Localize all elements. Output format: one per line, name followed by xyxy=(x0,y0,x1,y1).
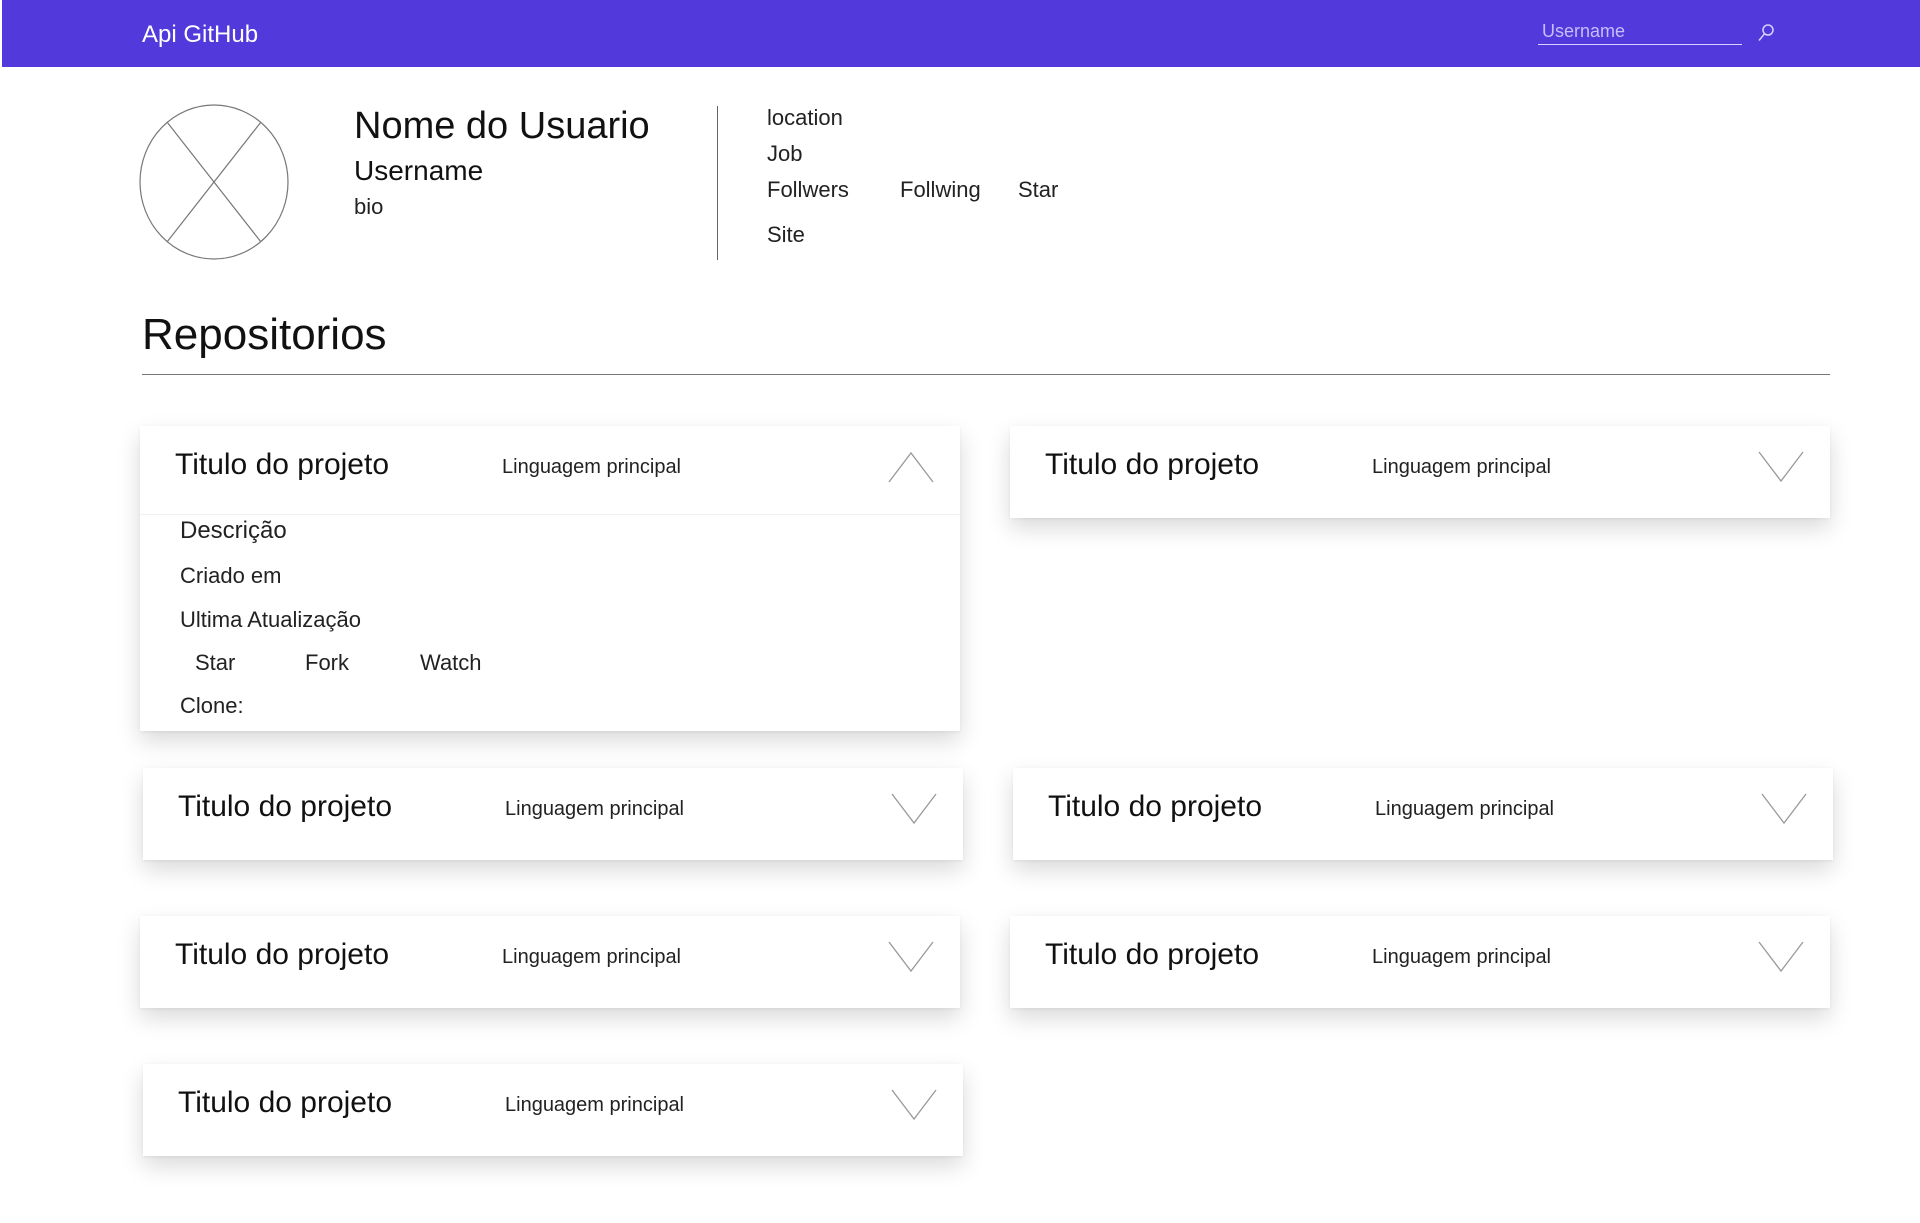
repo-language: Linguagem principal xyxy=(505,798,685,820)
repo-description: Descrição xyxy=(180,517,287,544)
section-divider xyxy=(142,374,1830,375)
user-full-name: Nome do Usuario xyxy=(354,105,650,147)
repo-card-divider xyxy=(140,514,960,515)
avatar-placeholder-icon xyxy=(139,104,289,260)
repo-card[interactable]: Titulo do projeto Linguagem principal xyxy=(143,1064,963,1156)
repo-forks[interactable]: Fork xyxy=(305,650,349,676)
chevron-down-icon[interactable] xyxy=(1758,450,1804,484)
repo-title[interactable]: Titulo do projeto xyxy=(1045,938,1259,972)
repo-language: Linguagem principal xyxy=(1372,456,1552,478)
repo-language: Linguagem principal xyxy=(1372,946,1552,968)
repo-card[interactable]: Titulo do projeto Linguagem principal xyxy=(140,916,960,1008)
repo-title[interactable]: Titulo do projeto xyxy=(1045,448,1259,482)
repo-clone-url[interactable]: Clone: xyxy=(180,693,244,719)
repo-language: Linguagem principal xyxy=(502,456,682,478)
chevron-down-icon[interactable] xyxy=(891,792,937,826)
search-icon[interactable] xyxy=(1756,22,1776,46)
user-site-link[interactable]: Site xyxy=(767,222,805,248)
repo-card[interactable]: Titulo do projeto Linguagem principal xyxy=(1010,426,1830,518)
chevron-down-icon[interactable] xyxy=(891,1088,937,1122)
user-followers[interactable]: Follwers xyxy=(767,177,849,203)
repo-language: Linguagem principal xyxy=(1375,798,1555,820)
user-stars[interactable]: Star xyxy=(1018,177,1058,203)
chevron-down-icon[interactable] xyxy=(888,940,934,974)
chevron-down-icon[interactable] xyxy=(1758,940,1804,974)
user-username: Username xyxy=(354,155,484,186)
repo-title[interactable]: Titulo do projeto xyxy=(1048,790,1262,824)
username-search-input[interactable] xyxy=(1538,18,1742,44)
user-location: location xyxy=(767,105,843,130)
repo-updated-at: Ultima Atualização xyxy=(180,607,361,632)
repo-card[interactable]: Titulo do projeto Linguagem principal xyxy=(1013,768,1833,860)
repo-stars[interactable]: Star xyxy=(195,650,235,676)
repo-card[interactable]: Titulo do projeto Linguagem principal xyxy=(143,768,963,860)
user-bio: bio xyxy=(354,194,384,219)
repo-created-at: Criado em xyxy=(180,563,282,588)
repo-title[interactable]: Titulo do projeto xyxy=(178,790,392,824)
repo-title[interactable]: Titulo do projeto xyxy=(178,1086,392,1120)
repo-card[interactable]: Titulo do projeto Linguagem principal xyxy=(1010,916,1830,1008)
chevron-up-icon[interactable] xyxy=(888,450,934,484)
app-title[interactable]: Api GitHub xyxy=(142,21,258,49)
repo-language: Linguagem principal xyxy=(502,946,682,968)
repo-title[interactable]: Titulo do projeto xyxy=(175,938,389,972)
user-job: Job xyxy=(767,141,803,166)
chevron-down-icon[interactable] xyxy=(1761,792,1807,826)
search-field[interactable] xyxy=(1538,18,1742,45)
repo-watchers[interactable]: Watch xyxy=(420,650,482,676)
repo-language: Linguagem principal xyxy=(505,1094,685,1116)
repo-card[interactable]: Titulo do projeto Linguagem principal De… xyxy=(140,426,960,731)
top-navbar: Api GitHub xyxy=(2,0,1920,67)
repositories-heading: Repositorios xyxy=(142,310,387,359)
user-following[interactable]: Follwing xyxy=(900,177,981,203)
profile-divider xyxy=(717,106,718,260)
repo-title[interactable]: Titulo do projeto xyxy=(175,448,389,482)
